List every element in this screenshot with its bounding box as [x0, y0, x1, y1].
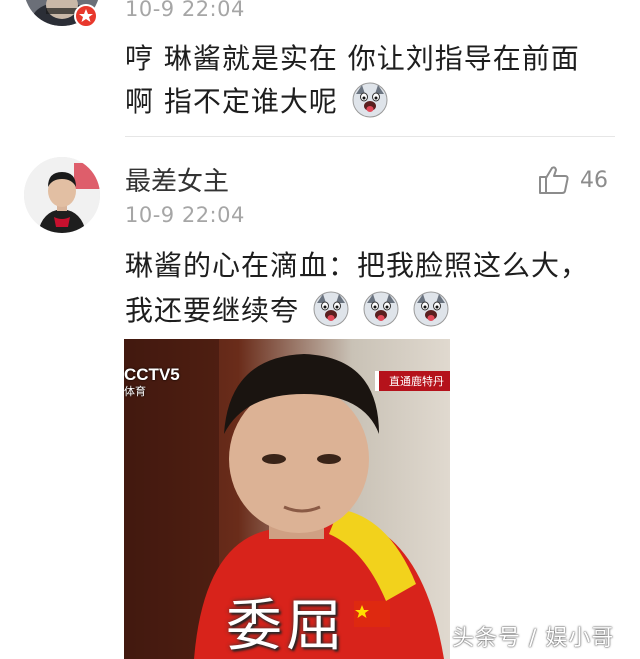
- comment-text-fragment: 我还要继续夸: [125, 294, 300, 327]
- thumbs-up-icon: [539, 166, 569, 194]
- comment-item: 10-9 22:04 哼 琳酱就是实在 你让刘指导在前面 啊 指不定谁大呢: [0, 0, 640, 137]
- like-count: 46: [580, 167, 608, 193]
- comment-text: 琳酱的心在滴血：把我脸照这么大， 我还要继续夸: [125, 245, 589, 332]
- channel-logo: CCTV5 体育: [124, 365, 180, 399]
- comment-text-line: 啊 指不定谁大呢: [125, 81, 580, 123]
- comment-text-line: 我还要继续夸: [125, 290, 589, 332]
- husky-laugh-emoji-icon: [363, 291, 399, 327]
- program-banner-text: 直通鹿特丹: [389, 375, 444, 388]
- comment-text-line: 琳酱的心在滴血：把我脸照这么大，: [125, 249, 590, 282]
- like-button[interactable]: 46: [538, 165, 608, 195]
- comment-text: 哼 琳酱就是实在 你让刘指导在前面 啊 指不定谁大呢: [125, 38, 580, 123]
- username[interactable]: 最差女主: [125, 161, 229, 198]
- channel-logo-text: CCTV5: [124, 365, 180, 384]
- comment-time: 10-9 22:04: [125, 203, 245, 227]
- husky-laugh-emoji-icon: [352, 82, 388, 118]
- comment-text-fragment: 啊 指不定谁大呢: [125, 85, 338, 118]
- program-banner: 直通鹿特丹: [375, 371, 450, 391]
- channel-sub: 体育: [124, 386, 146, 398]
- husky-laugh-emoji-icon: [413, 291, 449, 327]
- watermark: 头条号 / 娱小哥: [452, 626, 615, 651]
- comment-time: 10-9 22:04: [125, 0, 245, 21]
- comment-image[interactable]: CCTV5 体育 直通鹿特丹 委屈: [124, 339, 450, 659]
- comment-text-line: 哼 琳酱就是实在 你让刘指导在前面: [125, 42, 580, 75]
- husky-laugh-emoji-icon: [313, 291, 349, 327]
- avatar[interactable]: [24, 157, 100, 233]
- red-star-badge-icon: [74, 4, 98, 28]
- image-caption: 委屈: [226, 594, 346, 659]
